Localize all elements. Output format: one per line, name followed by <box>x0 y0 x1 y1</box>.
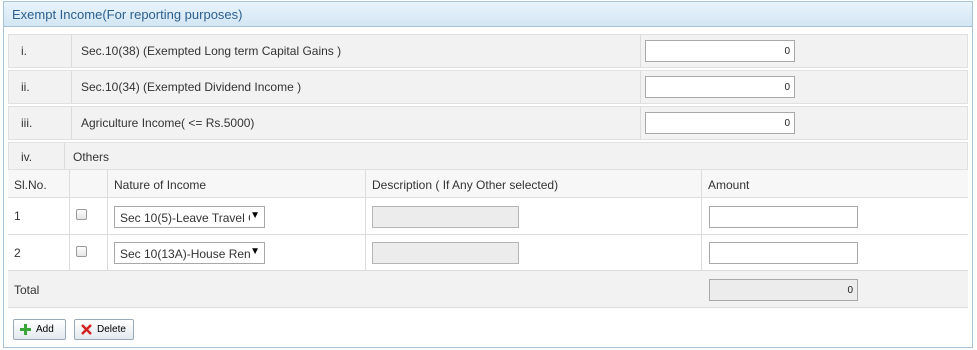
dividend-amount-input[interactable] <box>645 76 795 98</box>
exempt-row-dividend: ii. Sec.10(34) (Exempted Dividend Income… <box>8 70 968 104</box>
divider <box>701 170 702 197</box>
row-select-checkbox[interactable] <box>76 209 87 220</box>
exempt-row-ltcg: i. Sec.10(38) (Exempted Long term Capita… <box>8 34 968 68</box>
divider <box>701 198 702 234</box>
x-icon <box>81 324 92 335</box>
table-row: 1 Sec 10(5)-Leave Travel Concession ▼ <box>8 198 968 235</box>
header-slno: Sl.No. <box>14 178 47 192</box>
divider <box>365 170 366 197</box>
divider <box>107 235 108 270</box>
row-label: Sec.10(38) (Exempted Long term Capital G… <box>81 44 342 58</box>
divider <box>640 35 641 67</box>
divider <box>365 235 366 270</box>
agriculture-amount-input[interactable] <box>645 112 795 134</box>
ltcg-amount-input[interactable] <box>645 40 795 62</box>
panel-header: Exempt Income(For reporting purposes) <box>4 2 972 27</box>
exempt-income-panel: Exempt Income(For reporting purposes) i.… <box>3 1 973 348</box>
divider <box>71 107 72 139</box>
row-number: iv. <box>21 150 33 164</box>
divider <box>69 235 70 270</box>
others-label: Others <box>73 150 110 164</box>
others-table: Sl.No. Nature of Income Description ( If… <box>8 170 968 308</box>
table-row: 2 Sec 10(13A)-House Rent Allowance ▼ <box>8 235 968 271</box>
table-header: Sl.No. Nature of Income Description ( If… <box>8 170 968 198</box>
divider <box>107 198 108 234</box>
divider <box>71 71 72 103</box>
select-value: Sec 10(13A)-House Rent Allowance <box>120 247 250 261</box>
description-input <box>372 206 519 228</box>
row-slno: 1 <box>14 209 21 223</box>
row-number: iii. <box>21 116 33 130</box>
delete-button[interactable]: Delete <box>74 319 134 340</box>
total-amount: 0 <box>709 279 858 301</box>
nature-of-income-select[interactable]: Sec 10(13A)-House Rent Allowance ▼ <box>114 242 265 264</box>
divider <box>69 170 70 197</box>
row-slno: 2 <box>14 246 21 260</box>
total-row: Total 0 <box>8 271 968 308</box>
divider <box>64 143 65 169</box>
add-label: Add <box>36 324 54 335</box>
total-label: Total <box>14 283 40 297</box>
dropdown-arrow-icon: ▼ <box>250 246 260 257</box>
exempt-row-agriculture: iii. Agriculture Income( <= Rs.5000) <box>8 106 968 140</box>
divider <box>71 35 72 67</box>
row-number: ii. <box>21 80 30 94</box>
amount-input[interactable] <box>709 206 858 228</box>
row-number: i. <box>21 44 27 58</box>
select-value: Sec 10(5)-Leave Travel Concession <box>120 211 250 225</box>
row-label: Sec.10(34) (Exempted Dividend Income ) <box>81 80 302 94</box>
row-label: Agriculture Income( <= Rs.5000) <box>81 116 255 130</box>
header-amount: Amount <box>708 178 750 192</box>
panel-title: Exempt Income(For reporting purposes) <box>12 7 243 22</box>
divider <box>69 198 70 234</box>
nature-of-income-select[interactable]: Sec 10(5)-Leave Travel Concession ▼ <box>114 206 265 228</box>
divider <box>701 235 702 270</box>
divider <box>640 107 641 139</box>
plus-icon <box>20 324 31 335</box>
header-nature: Nature of Income <box>114 178 207 192</box>
divider <box>107 170 108 197</box>
dropdown-arrow-icon: ▼ <box>250 210 260 221</box>
divider <box>640 71 641 103</box>
others-row: iv. Others <box>8 142 968 170</box>
header-description: Description ( If Any Other selected) <box>372 178 559 192</box>
row-select-checkbox[interactable] <box>76 246 87 257</box>
amount-input[interactable] <box>709 242 858 264</box>
divider <box>365 198 366 234</box>
add-button[interactable]: Add <box>13 319 66 340</box>
delete-label: Delete <box>97 324 126 335</box>
description-input <box>372 242 519 264</box>
